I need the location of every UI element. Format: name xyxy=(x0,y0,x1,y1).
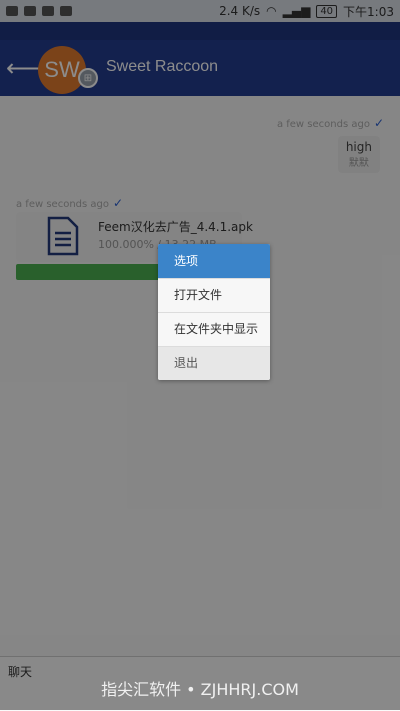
menu-item-exit[interactable]: 退出 xyxy=(158,346,270,380)
dialog-title: 选项 xyxy=(158,244,270,278)
menu-item-open-file[interactable]: 打开文件 xyxy=(158,278,270,312)
watermark: 指尖汇软件 • ZJHHRJ.COM xyxy=(101,680,299,699)
menu-item-show-in-folder[interactable]: 在文件夹中显示 xyxy=(158,312,270,346)
options-dialog: 选项 打开文件 在文件夹中显示 退出 xyxy=(158,244,270,380)
